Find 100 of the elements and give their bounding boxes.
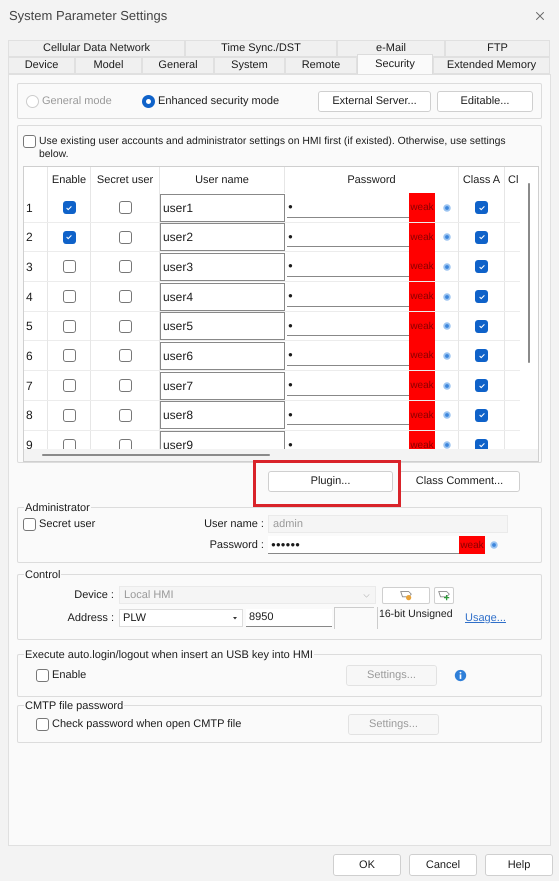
strength-indicator: weak — [409, 341, 435, 370]
eye-icon[interactable] — [442, 380, 452, 391]
input-field[interactable]: user7 — [160, 372, 285, 400]
input-field[interactable]: user6 — [160, 342, 285, 370]
input-field: admin — [268, 515, 508, 533]
checkbox[interactable] — [118, 349, 132, 362]
check-icon — [65, 233, 73, 242]
eye-icon[interactable] — [442, 202, 452, 212]
button[interactable]: Class Comment... — [399, 471, 520, 492]
checkbox[interactable] — [23, 518, 36, 530]
checkbox-label[interactable]: Enable — [52, 667, 86, 684]
window-title: System Parameter Settings — [9, 7, 168, 26]
checkbox[interactable] — [62, 349, 76, 362]
tab[interactable]: General — [142, 57, 214, 74]
checkbox[interactable] — [475, 260, 488, 274]
input-field[interactable]: user8 — [160, 401, 285, 430]
input-field[interactable]: user5 — [160, 312, 285, 340]
button[interactable]: OK — [333, 854, 401, 876]
eye-icon[interactable] — [442, 292, 452, 302]
check-icon — [478, 262, 486, 271]
button[interactable]: Plugin... — [268, 471, 393, 492]
button[interactable]: Help — [485, 854, 553, 876]
field-label: Address : — [66, 610, 115, 626]
tab[interactable]: Device — [8, 57, 75, 74]
info-icon[interactable] — [454, 669, 467, 682]
checkbox[interactable] — [475, 349, 488, 362]
eye-icon[interactable] — [442, 321, 452, 332]
checkbox[interactable] — [475, 408, 488, 422]
input-field[interactable]: user2 — [160, 223, 285, 252]
checkbox[interactable] — [23, 135, 36, 148]
button[interactable]: Cancel — [409, 854, 477, 876]
input-field[interactable]: user9 — [160, 431, 285, 449]
tab[interactable]: Cellular Data Network — [8, 40, 185, 57]
tab[interactable]: Extended Memory — [433, 57, 550, 74]
checkbox[interactable] — [36, 669, 49, 682]
tab[interactable]: Time Sync./DST — [185, 40, 337, 57]
tab[interactable]: System — [214, 57, 285, 74]
checkbox[interactable] — [475, 438, 488, 449]
input-field[interactable]: user1 — [160, 194, 285, 222]
checkbox[interactable] — [62, 438, 76, 449]
checkbox[interactable] — [475, 320, 488, 333]
checkbox-label[interactable]: Use existing user accounts and administrator settings on HMI first (if existed). Otherwise, use settings below. — [39, 135, 521, 161]
eye-icon[interactable] — [442, 262, 452, 272]
strength-indicator: weak — [409, 312, 435, 341]
checkbox[interactable] — [62, 379, 76, 392]
check-icon — [478, 411, 486, 420]
input-field[interactable]: user3 — [160, 252, 285, 281]
row-number: 2 — [24, 222, 48, 252]
eye-icon[interactable] — [442, 410, 452, 420]
checkbox[interactable] — [475, 230, 488, 244]
button[interactable]: Editable... — [437, 90, 533, 112]
usage-link[interactable]: Usage... — [465, 610, 506, 626]
eye-icon[interactable] — [442, 232, 452, 242]
tab[interactable]: Security — [357, 54, 433, 74]
column-header: Enable — [48, 167, 91, 193]
strength-indicator: weak — [409, 400, 435, 430]
tab[interactable]: Model — [75, 57, 142, 74]
checkbox[interactable] — [36, 718, 49, 730]
checkbox[interactable] — [62, 230, 76, 244]
checkbox[interactable] — [118, 438, 132, 449]
group-title: CMTP file password — [24, 698, 124, 714]
checkbox[interactable] — [475, 290, 488, 304]
eye-icon[interactable] — [442, 350, 452, 361]
tag-icon[interactable] — [399, 588, 413, 602]
add-tag-icon[interactable] — [437, 588, 451, 602]
checkbox[interactable] — [62, 408, 76, 422]
check-icon — [478, 204, 486, 212]
checkbox[interactable] — [118, 201, 132, 214]
input-field[interactable]: user4 — [160, 282, 285, 311]
row-number: 1 — [24, 193, 48, 222]
checkbox[interactable] — [118, 379, 132, 392]
checkbox-label[interactable]: Check password when open CMTP file — [52, 716, 242, 732]
dropdown[interactable]: PLW — [119, 609, 243, 627]
button[interactable]: External Server... — [318, 90, 431, 112]
checkbox[interactable] — [475, 379, 488, 392]
checkbox[interactable] — [118, 320, 132, 333]
checkbox-label[interactable]: Secret user — [39, 516, 96, 532]
password-field[interactable]: ●●●●●● — [268, 536, 459, 554]
strength-indicator: weak — [459, 536, 485, 554]
checkbox[interactable] — [118, 230, 132, 244]
checkbox[interactable] — [118, 260, 132, 274]
checkbox[interactable] — [118, 290, 132, 304]
input-field[interactable] — [334, 607, 374, 629]
radio-label[interactable]: Enhanced security mode — [158, 92, 280, 110]
column-header: Class A — [459, 167, 505, 193]
check-icon — [478, 382, 486, 390]
check-icon — [478, 292, 486, 301]
checkbox[interactable] — [62, 320, 76, 333]
checkbox[interactable] — [62, 260, 76, 274]
checkbox[interactable] — [62, 290, 76, 304]
checkbox[interactable] — [62, 201, 76, 214]
tab[interactable]: FTP — [445, 40, 550, 57]
input-field[interactable]: 8950 — [246, 609, 332, 627]
close-icon[interactable] — [534, 10, 546, 22]
checkbox[interactable] — [475, 201, 488, 214]
radio-button[interactable] — [142, 94, 155, 108]
tab[interactable]: Remote — [285, 57, 357, 74]
eye-icon[interactable] — [442, 440, 452, 449]
eye-icon[interactable] — [489, 540, 499, 550]
checkbox[interactable] — [118, 408, 132, 422]
